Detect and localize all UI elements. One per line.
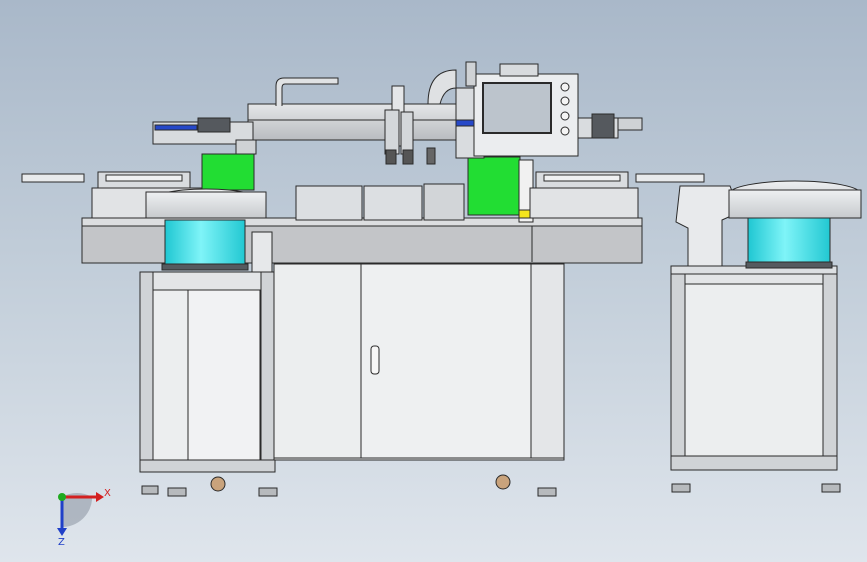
gantry-beam — [247, 103, 474, 141]
left-bowl-post — [251, 231, 273, 273]
z-axis-head-right — [400, 111, 414, 155]
z-axis-head-left — [384, 109, 400, 155]
right-bowl-body — [747, 217, 831, 265]
green-guard-right — [467, 156, 521, 216]
leveling-feet — [141, 485, 557, 497]
conveyor-strip — [543, 174, 621, 182]
hmi-screen — [482, 82, 552, 134]
left-bowl-body — [164, 219, 246, 267]
fixture-center-2 — [363, 185, 423, 221]
feeder-stand-post — [822, 269, 838, 471]
left-stand-post — [260, 271, 275, 473]
fixture-center-3 — [423, 183, 465, 221]
fixture-center-1 — [295, 185, 363, 221]
screw-driver-bit — [385, 149, 397, 165]
hmi-button[interactable] — [560, 82, 570, 92]
right-feeder-station — [670, 180, 862, 493]
feeder-stand-rail — [670, 455, 838, 471]
screw-driver-bit — [426, 147, 436, 165]
tower-cylinder — [465, 61, 477, 87]
cable-loop — [275, 77, 339, 106]
casters — [210, 474, 511, 492]
coordinate-triad: X Z — [57, 488, 111, 548]
gantry-rail-dark — [197, 117, 231, 133]
cabinet-door-right — [530, 263, 565, 459]
side-cylinder-left — [21, 173, 85, 183]
hmi-button[interactable] — [560, 96, 570, 106]
tower-arm-end — [617, 117, 643, 131]
hmi-button[interactable] — [560, 126, 570, 136]
cabinet-door-center — [360, 263, 532, 459]
left-stand-post — [139, 271, 154, 473]
fixture-right-base — [529, 187, 639, 219]
x-arrow-head — [96, 492, 104, 502]
left-bowl-top — [145, 191, 267, 219]
cabinet-handle — [370, 345, 380, 375]
feeder-feet — [671, 483, 841, 493]
tower-motor — [591, 113, 615, 139]
hmi-top-bracket — [499, 63, 539, 77]
main-machine — [21, 61, 705, 497]
left-stand-rail — [139, 459, 276, 473]
cable-duct — [427, 69, 457, 105]
z-axis-label: Z — [58, 537, 65, 548]
gantry-end-bracket — [235, 139, 257, 155]
x-axis-label: X — [104, 488, 111, 499]
right-bowl-base — [745, 261, 833, 269]
left-bowl-base — [161, 263, 249, 271]
hmi-button[interactable] — [560, 111, 570, 121]
gantry-blue-strip — [154, 124, 198, 131]
conveyor-strip — [105, 174, 183, 182]
z-arrow-head — [57, 528, 67, 536]
screw-driver-bit — [402, 149, 414, 165]
cabinet-door-left — [273, 263, 362, 459]
green-guard-left — [201, 153, 255, 191]
cad-drawing-viewport: X Z — [21, 61, 862, 548]
feeder-stand-inner — [684, 283, 824, 457]
feeder-stand-post — [670, 269, 686, 471]
side-cylinder-right — [635, 173, 705, 183]
right-bowl-top — [728, 189, 862, 219]
y-axis-dot — [58, 493, 66, 501]
